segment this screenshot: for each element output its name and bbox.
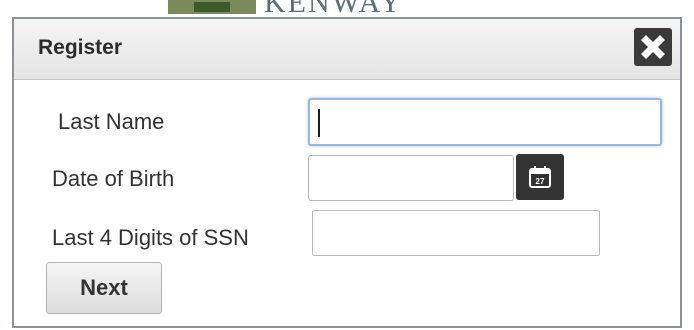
- page: KENWAY Register Last Name Date of Birth …: [0, 0, 694, 330]
- ssn-last4-label: Last 4 Digits of SSN: [52, 225, 249, 250]
- register-dialog: Register Last Name Date of Birth 27 Last…: [12, 17, 682, 328]
- calendar-day-text: 27: [536, 177, 545, 186]
- ssn-last4-input[interactable]: [312, 210, 600, 256]
- date-picker-button[interactable]: 27: [516, 154, 564, 200]
- background-logo: KENWAY: [168, 0, 548, 18]
- dialog-title-bar: Register: [14, 19, 680, 80]
- next-button[interactable]: Next: [46, 262, 162, 314]
- last-name-label: Last Name: [58, 109, 165, 134]
- calendar-icon: 27: [529, 166, 551, 188]
- close-icon: [641, 35, 665, 59]
- date-of-birth-label: Date of Birth: [52, 166, 175, 191]
- brand-logo-icon: [168, 0, 256, 14]
- text-caret: [318, 109, 320, 137]
- date-of-birth-input[interactable]: [308, 155, 514, 201]
- logo-wordmark: KENWAY: [264, 0, 404, 18]
- close-button[interactable]: [634, 28, 672, 66]
- dialog-title: Register: [38, 36, 123, 59]
- last-name-input[interactable]: [308, 98, 662, 146]
